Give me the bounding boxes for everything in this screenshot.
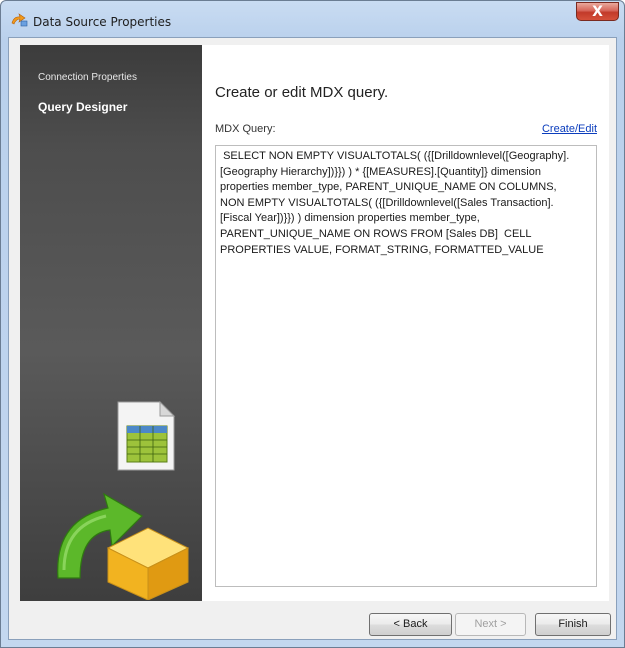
window-title: Data Source Properties bbox=[33, 15, 172, 29]
close-button[interactable]: X bbox=[576, 2, 619, 21]
finish-button[interactable]: Finish bbox=[535, 613, 611, 636]
page-title: Create or edit MDX query. bbox=[215, 84, 389, 101]
back-button[interactable]: < Back bbox=[369, 613, 452, 636]
create-edit-link[interactable]: Create/Edit bbox=[542, 123, 597, 135]
mdx-query-textarea[interactable]: SELECT NON EMPTY VISUALTOTALS( ({[Drilld… bbox=[215, 145, 597, 587]
main-panel: Create or edit MDX query. MDX Query: Cre… bbox=[202, 45, 609, 601]
mdx-query-label: MDX Query: bbox=[215, 123, 276, 135]
next-button[interactable]: Next > bbox=[455, 613, 526, 636]
spreadsheet-document-icon bbox=[117, 400, 176, 471]
close-icon: X bbox=[592, 4, 603, 20]
data-source-illustration-icon bbox=[57, 400, 190, 600]
wizard-sidebar: Connection Properties Query Designer bbox=[20, 45, 202, 601]
title-bar[interactable]: Data Source Properties X bbox=[1, 1, 624, 37]
sidebar-item-query-designer[interactable]: Query Designer bbox=[38, 100, 127, 114]
sidebar-item-connection-properties[interactable]: Connection Properties bbox=[38, 72, 137, 83]
app-icon bbox=[11, 13, 28, 27]
